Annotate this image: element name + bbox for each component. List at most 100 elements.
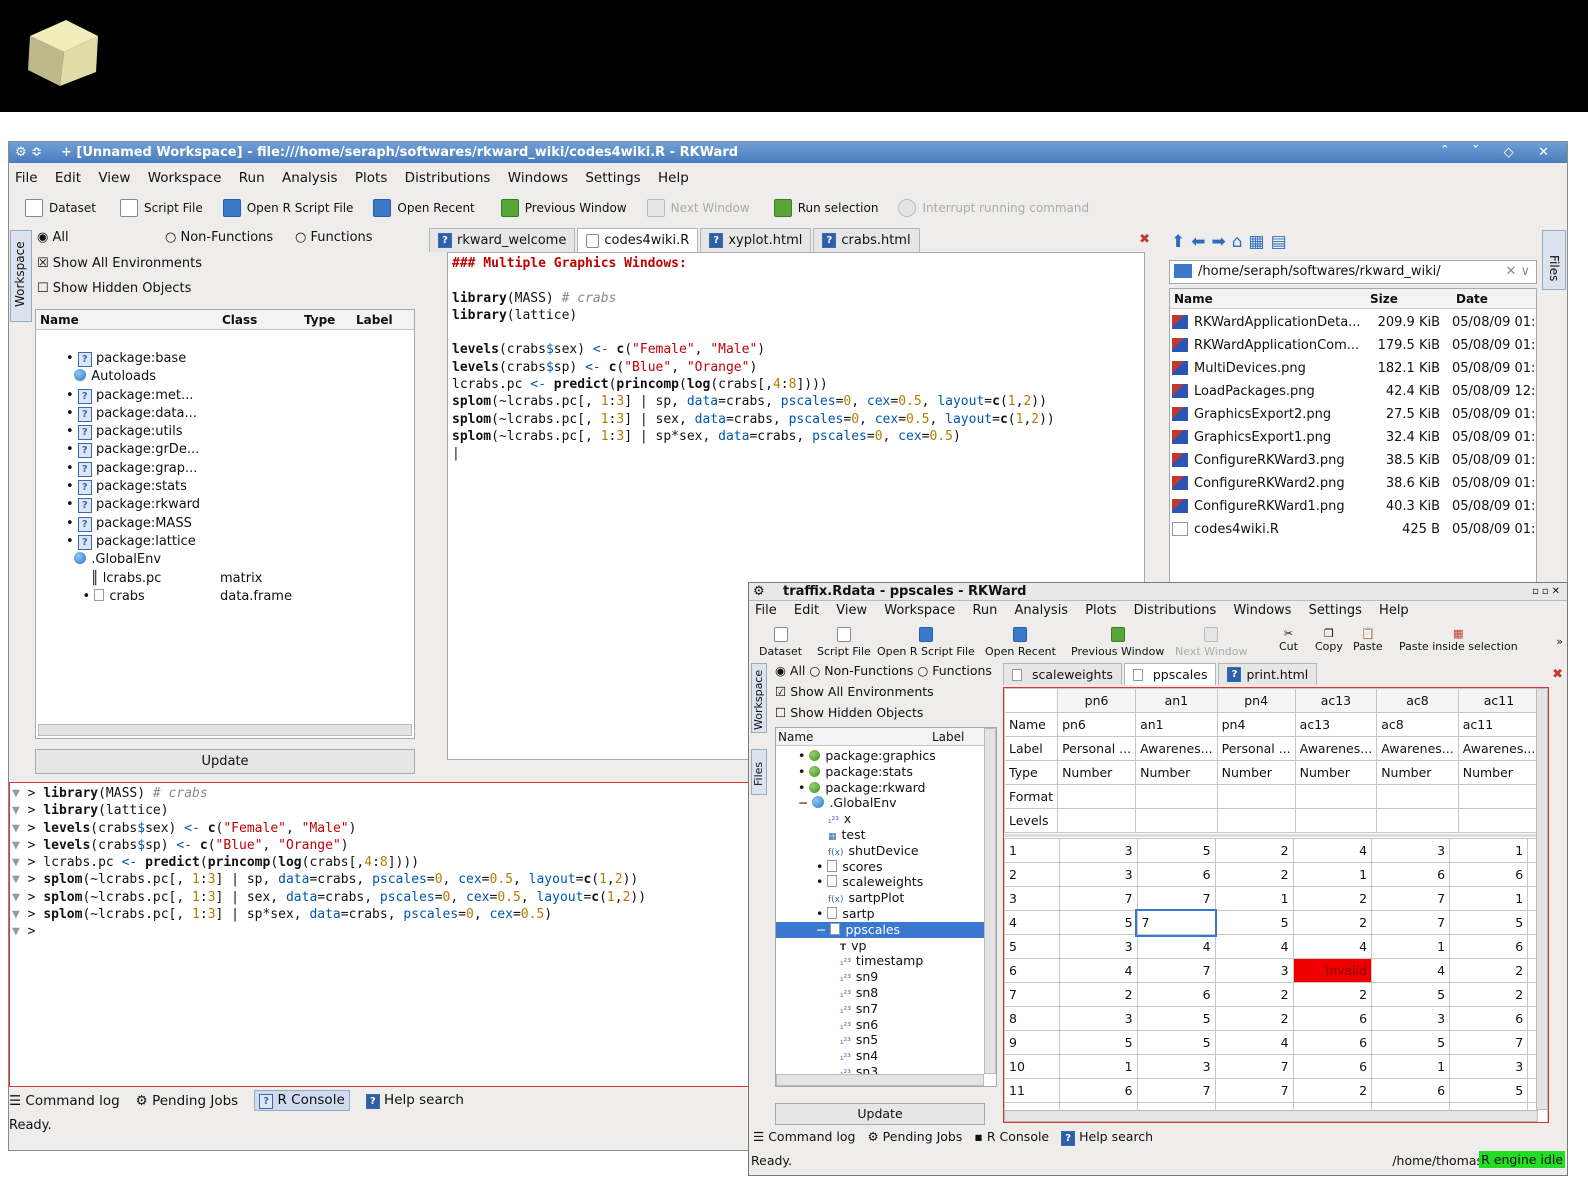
data-cell[interactable]: 2 [1292, 910, 1373, 935]
data-cell[interactable]: 5 [1371, 1030, 1451, 1055]
file-row[interactable]: RKWardApplicationDeta... 209.9 KiB 05/08/0… [1170, 311, 1536, 334]
file-row[interactable]: LoadPackages.png 42.4 KiB 05/08/09 12: [1170, 380, 1536, 403]
file-row[interactable]: GraphicsExport2.png 27.5 KiB 05/08/09 01: [1170, 403, 1536, 426]
second-filters[interactable]: ◉ All ○ Non-Functions ○ Functions [775, 663, 992, 678]
help-search-tab[interactable]: ? Help search [1061, 1129, 1153, 1146]
tb2-paste[interactable]: 📋 Paste [1353, 627, 1383, 653]
tab-scaleweights[interactable]: scaleweights [1003, 663, 1122, 685]
menu-help[interactable]: Help [1379, 603, 1409, 618]
menu-view[interactable]: View [98, 170, 130, 186]
data-cell[interactable]: 6 [1371, 862, 1451, 887]
tb2-previous-window[interactable]: Previous Window [1071, 627, 1164, 658]
filter-nonfunctions[interactable]: ○ Non-Functions [165, 230, 273, 245]
menu-settings[interactable]: Settings [585, 170, 640, 186]
tab-codes4wiki[interactable]: codes4wiki.R [577, 228, 699, 252]
show-hidden-checkbox[interactable]: ☐ Show Hidden Objects [37, 281, 191, 296]
data-cell[interactable]: 2 [1214, 1006, 1294, 1031]
data-cell[interactable]: 4 [1292, 934, 1373, 959]
second-update-button[interactable]: Update [775, 1103, 985, 1125]
files-side-tab[interactable]: Files [1542, 230, 1566, 290]
pending-jobs-tab[interactable]: ⚙ Pending Jobs [136, 1093, 239, 1109]
data-cell[interactable]: 1 [1449, 838, 1529, 863]
data-cell[interactable]: 4 [1214, 934, 1294, 959]
tree-item[interactable]: • ? package:grDe... [66, 441, 406, 459]
file-row[interactable]: ConfigureRKWard3.png 38.5 KiB 05/08/09 01: [1170, 449, 1536, 472]
data-cell[interactable]: 1 [1214, 886, 1294, 911]
data-cell[interactable]: 4 [1136, 934, 1216, 959]
tb2-paste-inside[interactable]: ▦ Paste inside selection [1399, 627, 1518, 653]
data-cell[interactable]: 3 [1058, 862, 1138, 887]
grid-vscrollbar[interactable] [1536, 688, 1548, 1110]
tree-item-selected[interactable]: − ppscales [776, 921, 984, 938]
tree-item[interactable]: ₁²³ sn4 [776, 1048, 984, 1064]
previous-window-button[interactable]: Previous Window [525, 201, 627, 215]
data-cell[interactable]: 5 [1449, 910, 1529, 935]
tree-item[interactable]: ₁²³ sn8 [776, 985, 984, 1001]
data-cell[interactable]: 4 [1058, 958, 1138, 983]
tree-item[interactable]: • scores [776, 859, 984, 875]
open-r-script-button[interactable]: Open R Script File [247, 201, 354, 215]
r-console-tab[interactable]: ▪ R Console [974, 1129, 1049, 1146]
data-cell[interactable]: 1 [1371, 934, 1451, 959]
tb2-next-window[interactable]: Next Window [1175, 627, 1248, 658]
data-cell[interactable]: 5 [1136, 1030, 1216, 1055]
data-cell[interactable]: 6 [1449, 862, 1529, 887]
data-cell[interactable]: 5 [1371, 982, 1451, 1007]
tree-item[interactable]: ₁²³ timestamp [776, 953, 984, 969]
menu-distributions[interactable]: Distributions [1134, 603, 1217, 618]
data-cell[interactable]: 6 [1292, 1030, 1373, 1055]
tree-item[interactable]: Autoloads [66, 368, 406, 386]
tree-item[interactable]: .GlobalEnv [66, 551, 406, 569]
col-header[interactable]: ac11 [1457, 688, 1541, 713]
data-cell[interactable]: 4 [1214, 1030, 1294, 1055]
data-cell[interactable]: 6 [1449, 934, 1529, 959]
data-cell[interactable]: 5 [1058, 910, 1138, 935]
data-cell[interactable]: 5 [1449, 1078, 1529, 1103]
tab-ppscales[interactable]: ppscales [1123, 663, 1217, 685]
data-cell[interactable]: 6 [1136, 862, 1216, 887]
data-cell[interactable]: 3 [1371, 838, 1451, 863]
run-selection-button[interactable]: Run selection [798, 201, 879, 215]
menu-edit[interactable]: Edit [55, 170, 81, 186]
data-cell[interactable]: 1 [1371, 1054, 1451, 1079]
tree-item[interactable]: f(x) sartpPlot [776, 890, 984, 906]
data-cell[interactable]: 7 [1136, 958, 1216, 983]
col-header[interactable]: pn4 [1216, 688, 1296, 713]
data-cell[interactable]: 6 [1292, 1054, 1373, 1079]
data-cell[interactable]: 7 [1214, 1078, 1294, 1103]
command-log-tab[interactable]: ☰ Command log [753, 1129, 855, 1146]
menu-plots[interactable]: Plots [1085, 603, 1116, 618]
data-cell[interactable]: 6 [1292, 1006, 1373, 1031]
second-workspace-side-tab[interactable]: Workspace [751, 663, 767, 733]
data-cell[interactable]: 2 [1058, 982, 1138, 1007]
tree-item[interactable]: • ? package:lattice [66, 533, 406, 551]
tree-item[interactable]: • scaleweights [776, 874, 984, 890]
tree-item[interactable]: ₁²³ sn9 [776, 969, 984, 985]
tree-item[interactable]: • package:graphics [776, 748, 984, 764]
menu-edit[interactable]: Edit [794, 603, 819, 618]
data-cell[interactable]: 2 [1214, 862, 1294, 887]
data-cell[interactable]: 2 [1214, 838, 1294, 863]
data-cell[interactable]: 5 [1136, 1006, 1216, 1031]
tree-item[interactable]: − .GlobalEnv [776, 795, 984, 811]
data-cell[interactable]: 2 [1214, 982, 1294, 1007]
file-row[interactable]: ConfigureRKWard2.png 38.6 KiB 05/08/09 01: [1170, 472, 1536, 495]
tree-item[interactable]: ₁²³ sn7 [776, 1001, 984, 1017]
data-cell[interactable]: 3 [1058, 934, 1138, 959]
open-recent-button[interactable]: Open Recent [397, 201, 474, 215]
tree-item[interactable]: • ? package:rkward [66, 496, 406, 514]
file-row[interactable]: MultiDevices.png 182.1 KiB 05/08/09 01: [1170, 357, 1536, 380]
workspace-side-tab[interactable]: Workspace [10, 230, 32, 322]
toolbar-overflow-icon[interactable]: » [1556, 635, 1563, 648]
path-field[interactable]: /home/seraph/softwares/rkward_wiki/ ✕ ∨ [1169, 260, 1537, 284]
col-header[interactable]: ac13 [1294, 688, 1378, 713]
dataset-button[interactable]: Dataset [49, 201, 96, 215]
tree-hscrollbar[interactable] [38, 724, 412, 736]
tree-item[interactable]: • ? package:MASS [66, 515, 406, 533]
col-label[interactable]: Label [356, 310, 393, 330]
filter-functions[interactable]: ○ Functions [295, 230, 373, 245]
update-button[interactable]: Update [35, 749, 415, 774]
menu-run[interactable]: Run [972, 603, 997, 618]
help-search-tab[interactable]: ? Help search [365, 1092, 464, 1109]
col-file-date[interactable]: Date [1456, 289, 1488, 309]
